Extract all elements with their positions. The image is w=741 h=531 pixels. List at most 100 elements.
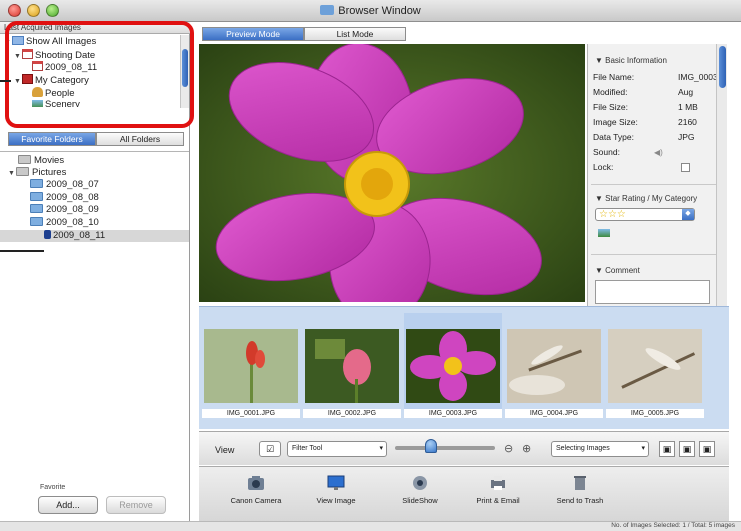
title-bar: Browser Window [0, 0, 741, 22]
info-key: Image Size: [593, 117, 638, 127]
remove-favorite-button[interactable]: Remove [106, 496, 166, 514]
filter-icon[interactable]: ☑ [259, 441, 281, 457]
trash-icon [574, 476, 586, 490]
red-flower-thumbnail [204, 329, 298, 403]
info-key: File Name: [593, 72, 635, 82]
dropdown-arrow-icon: ▾ [379, 445, 383, 452]
dragonfly-thumbnail [608, 329, 702, 403]
zoom-slider-track[interactable] [395, 446, 495, 450]
info-key: Data Type: [593, 132, 634, 142]
folder-icon [320, 5, 335, 15]
thumbnail-label: IMG_0002.JPG [303, 409, 401, 418]
info-key: Sound: [593, 147, 620, 157]
info-value: 2160 [678, 117, 697, 127]
divider [591, 254, 723, 255]
camera-icon [248, 476, 264, 490]
thumbnail-image [507, 329, 601, 403]
lock-checkbox[interactable] [681, 163, 690, 172]
thumbnail-image [305, 329, 399, 403]
speaker-icon: ◀) [654, 148, 663, 157]
callout-line [0, 250, 44, 252]
view-image-button[interactable]: View Image [301, 473, 371, 505]
printer-icon [491, 476, 505, 490]
dragonfly-thumbnail [507, 329, 601, 403]
disclosure-down-icon[interactable]: ▼ [8, 168, 16, 180]
mode-tabs: Preview Mode List Mode [202, 27, 406, 41]
canon-camera-button[interactable]: Canon Camera [221, 473, 291, 505]
projector-icon [413, 476, 427, 490]
thumbnail[interactable]: IMG_0004.JPG [505, 313, 603, 418]
thumbnail-label: IMG_0004.JPG [505, 409, 603, 418]
pink-bud-thumbnail [305, 329, 399, 403]
cosmos-flower-image [199, 44, 585, 302]
star-rating-icon: ☆☆☆ [599, 209, 626, 220]
comment-field[interactable] [595, 280, 710, 304]
folder-icon [30, 204, 43, 213]
filter-tool-select[interactable]: Filter Tool ▾ [287, 441, 387, 457]
camera-icon [44, 230, 51, 239]
folder-icon [18, 155, 31, 164]
folder-item-date[interactable]: 2009_08_10 [30, 217, 210, 229]
info-key: Modified: [593, 87, 628, 97]
info-scroll-thumb[interactable] [719, 46, 726, 88]
folder-item-date[interactable]: 2009_08_08 [30, 192, 210, 204]
folder-icon [30, 192, 43, 201]
status-text: No. of Images Selected: 1 / Total: 5 ima… [611, 522, 735, 529]
preview-image [199, 44, 585, 302]
monitor-icon [327, 475, 345, 490]
add-favorite-button[interactable]: Add... [38, 496, 98, 514]
zoom-out-icon[interactable]: ⊖ [504, 442, 513, 455]
folder-item-pictures[interactable]: ▼ Pictures [8, 167, 188, 179]
info-key: Lock: [593, 162, 614, 172]
tab-all-folders[interactable]: All Folders [96, 132, 184, 146]
thumbnail-label: IMG_0005.JPG [606, 409, 704, 418]
tab-preview-mode[interactable]: Preview Mode [202, 27, 304, 41]
highlight-annotation [5, 21, 194, 128]
view-medium-icon[interactable]: ▣ [679, 441, 695, 457]
folder-icon [16, 167, 29, 176]
thumbnail-label: IMG_0003.JPG [404, 409, 502, 418]
view-large-icon[interactable]: ▣ [659, 441, 675, 457]
scenery-icon [598, 229, 610, 237]
thumbnail[interactable]: IMG_0001.JPG [202, 313, 300, 418]
view-small-icon[interactable]: ▣ [699, 441, 715, 457]
tab-favorite-folders[interactable]: Favorite Folders [8, 132, 96, 146]
zoom-slider-knob[interactable] [425, 439, 437, 453]
folder-tree: Movies ▼ Pictures 2009_08_07 2009_08_08 2… [0, 151, 189, 457]
divider [591, 184, 723, 185]
tab-list-mode[interactable]: List Mode [304, 27, 406, 41]
comment-header[interactable]: ▼ Comment [595, 266, 640, 275]
folder-item-movies[interactable]: Movies [18, 155, 198, 167]
info-pane: ▼ Basic Information File Name: IMG_0003.… [587, 44, 727, 306]
thumbnail-image [608, 329, 702, 403]
zoom-in-icon[interactable]: ⊕ [522, 442, 531, 455]
folder-item-selected[interactable]: 2009_08_11 [0, 230, 189, 242]
info-value: 1 MB [678, 102, 698, 112]
cosmos-thumbnail [406, 329, 500, 403]
info-scrollbar[interactable] [716, 44, 727, 306]
folder-icon [30, 179, 43, 188]
rating-header[interactable]: ▼ Star Rating / My Category [595, 194, 697, 203]
info-key: File Size: [593, 102, 628, 112]
thumbnail-selected[interactable]: IMG_0003.JPG [404, 313, 502, 418]
selecting-images-select[interactable]: Selecting Images ▾ [551, 441, 649, 457]
favorite-label: Favorite [40, 484, 66, 491]
folder-item-date[interactable]: 2009_08_07 [30, 179, 210, 191]
thumbnail-label: IMG_0001.JPG [202, 409, 300, 418]
basic-info-header[interactable]: ▼ Basic Information [595, 56, 667, 65]
window-title: Browser Window [0, 5, 741, 17]
thumbnail-image [406, 329, 500, 403]
thumbnail[interactable]: IMG_0005.JPG [606, 313, 704, 418]
view-label: View [215, 445, 235, 455]
send-to-trash-button[interactable]: Send to Trash [545, 473, 615, 505]
action-bar: Canon Camera View Image SlideShow Print … [199, 466, 729, 522]
folder-item-date[interactable]: 2009_08_09 [30, 204, 210, 216]
slideshow-button[interactable]: SlideShow [385, 473, 455, 505]
thumbnail-strip: IMG_0001.JPG IMG_0002.JPG IMG_0003.JPG I… [199, 306, 729, 429]
status-bar: No. of Images Selected: 1 / Total: 5 ima… [0, 521, 741, 531]
thumbnail[interactable]: IMG_0002.JPG [303, 313, 401, 418]
print-email-button[interactable]: Print & Email [463, 473, 533, 505]
star-rating-select[interactable]: ☆☆☆ ◆ [595, 208, 695, 221]
folder-icon [30, 217, 43, 226]
dropdown-arrow-icon: ◆ [682, 209, 694, 220]
